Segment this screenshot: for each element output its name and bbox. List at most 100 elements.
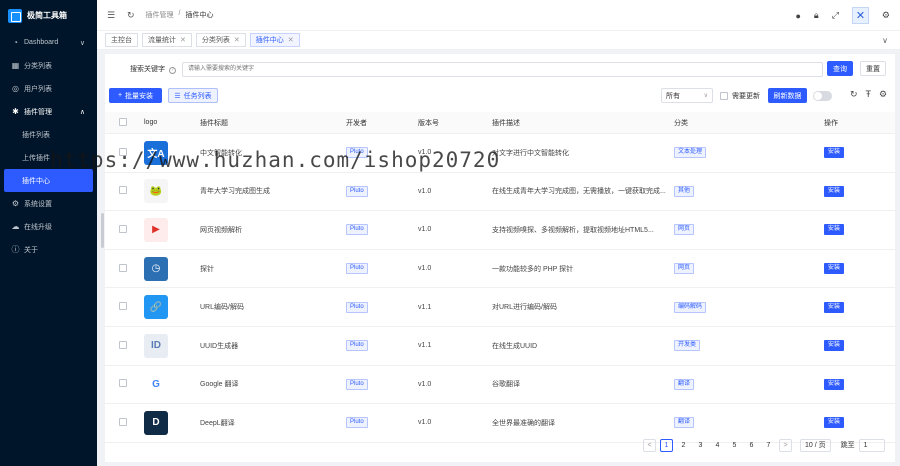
table-row: 文A 中文智能转化 Pluto v1.0 对文字进行中文智能转化 文本处理 安装: [105, 134, 895, 173]
sidebar-item-online-upgrade[interactable]: ☁ 在线升级: [0, 215, 97, 238]
row-checkbox[interactable]: [119, 417, 127, 426]
column-height-icon[interactable]: Ŧ: [866, 89, 872, 100]
toggle-switch[interactable]: [813, 91, 832, 101]
plus-icon: +: [117, 92, 123, 99]
sidebar-item-about[interactable]: ⓘ 关于: [0, 238, 97, 261]
row-checkbox[interactable]: [119, 147, 127, 156]
batch-install-button[interactable]: + 批量安装: [109, 88, 162, 103]
row-checkbox[interactable]: [119, 302, 127, 311]
search-input[interactable]: [182, 61, 823, 77]
install-button[interactable]: 安装: [824, 301, 845, 313]
row-checkbox[interactable]: [119, 379, 127, 388]
plugin-title: 探针: [200, 265, 214, 273]
tab-dashboard[interactable]: 主控台: [105, 33, 138, 47]
brand[interactable]: 极简工具箱: [0, 0, 97, 31]
search-button[interactable]: 查询: [827, 61, 853, 76]
column-header: 操作: [824, 119, 838, 127]
page-number[interactable]: 7: [762, 439, 775, 452]
next-page-button[interactable]: >: [779, 438, 792, 452]
sidebar-item-plugin-center[interactable]: 插件中心: [4, 169, 93, 192]
task-list-button[interactable]: ☰ 任务列表: [168, 88, 218, 103]
table-row: G Google 翻译 Pluto v1.0 谷歌翻译 翻译 安装: [105, 366, 895, 405]
description-cell: 对URL进行编码/解码: [492, 304, 557, 312]
row-checkbox[interactable]: [119, 224, 127, 233]
table-row: 🔗 URL编码/解码 Pluto v1.1 对URL进行编码/解码 编码解码 安装: [105, 288, 895, 327]
sidebar-item-categories[interactable]: ▦ 分类列表: [0, 54, 97, 77]
search-form: 搜索关键字 ? 查询 重置: [105, 61, 895, 77]
need-update-checkbox[interactable]: 需要更新: [720, 91, 760, 101]
page-number[interactable]: 3: [694, 439, 707, 452]
help-icon[interactable]: ?: [168, 67, 176, 74]
sidebar-item-users[interactable]: ◎ 用户列表: [0, 77, 97, 100]
reset-button[interactable]: 重置: [860, 61, 886, 76]
close-icon[interactable]: ✕: [180, 36, 186, 44]
logo-cell: D: [142, 410, 200, 435]
prev-page-button[interactable]: <: [643, 438, 656, 452]
scrollbar-thumb[interactable]: [101, 213, 104, 248]
install-button[interactable]: 安装: [824, 224, 845, 236]
page-number[interactable]: 5: [728, 439, 741, 452]
install-button[interactable]: 安装: [824, 340, 845, 352]
filter-select[interactable]: 所有 ∨: [661, 88, 713, 103]
row-checkbox[interactable]: [119, 186, 127, 195]
folder-icon: ▦: [11, 61, 20, 70]
row-checkbox[interactable]: [119, 263, 127, 272]
sidebar-item-plugin-list[interactable]: 插件列表: [0, 123, 97, 146]
logo-cell: 文A: [142, 140, 200, 165]
install-button[interactable]: 安装: [824, 185, 845, 197]
operation-cell: 安装: [802, 340, 892, 352]
logo-cell: ▶: [142, 217, 200, 242]
operation-cell: 安装: [802, 417, 892, 429]
column-header: 开发者: [346, 119, 367, 127]
tab-plugin-center[interactable]: 插件中心 ✕: [249, 33, 300, 47]
sidebar-item-label: 用户列表: [24, 85, 52, 93]
page-size-select[interactable]: 10 / 页: [800, 438, 831, 452]
sidebar-item-dashboard[interactable]: ◔ Dashboard ∨: [0, 31, 97, 54]
settings-gear-icon[interactable]: ⚙: [882, 10, 890, 21]
select-all-checkbox[interactable]: [119, 117, 127, 126]
sidebar-item-label: Dashboard: [24, 39, 59, 46]
goto-page-input[interactable]: 1: [858, 438, 885, 452]
sidebar-item-upload-plugin[interactable]: 上传插件: [0, 146, 97, 169]
sidebar-item-plugin-manage[interactable]: ✱ 插件管理 ∧: [0, 100, 97, 123]
tabs-bar: 主控台 流量统计 ✕ 分类列表 ✕ 插件中心 ✕ ∨: [97, 31, 900, 50]
column-header: 版本号: [418, 119, 439, 127]
tab-categories[interactable]: 分类列表 ✕: [195, 33, 246, 47]
close-icon[interactable]: ✕: [234, 36, 240, 44]
page-number[interactable]: 6: [745, 439, 758, 452]
refresh-icon[interactable]: ↻: [127, 10, 135, 21]
plugin-title: URL编码/解码: [200, 304, 244, 312]
logo-cell: ◷: [142, 256, 200, 281]
chevron-down-icon[interactable]: ∨: [882, 36, 888, 45]
install-button[interactable]: 安装: [824, 417, 845, 429]
row-checkbox[interactable]: [119, 340, 127, 349]
category-tag: 开发类: [674, 340, 701, 352]
checkbox-box[interactable]: [720, 92, 728, 100]
page-number[interactable]: 4: [711, 439, 724, 452]
install-button[interactable]: 安装: [824, 378, 845, 390]
version-cell: v1.0: [418, 380, 432, 388]
page-number[interactable]: 1: [660, 438, 673, 452]
refresh-data-button[interactable]: 刷新数据: [768, 88, 807, 103]
operation-cell: 安装: [802, 378, 892, 390]
reload-icon[interactable]: ↻: [850, 89, 858, 100]
page-number[interactable]: 2: [677, 439, 690, 452]
install-button[interactable]: 安装: [824, 263, 845, 275]
description-cell: 在线生成UUID: [492, 342, 538, 350]
settings-icon[interactable]: ⚙: [879, 89, 887, 100]
avatar[interactable]: ✕: [851, 7, 869, 24]
developer-tag: Pluto: [346, 224, 368, 236]
sidebar-item-settings[interactable]: ⚙ 系统设置: [0, 192, 97, 215]
install-button[interactable]: 安装: [824, 147, 845, 159]
breadcrumb-item[interactable]: 插件管理: [146, 10, 174, 20]
table-body: 文A 中文智能转化 Pluto v1.0 对文字进行中文智能转化 文本处理 安装 🐸 青年大学习…: [105, 134, 895, 443]
developer-cell: Pluto: [346, 340, 418, 352]
column-header: logo: [144, 119, 158, 126]
github-icon[interactable]: ●: [795, 11, 800, 21]
lock-icon[interactable]: 🔒︎: [814, 10, 819, 21]
row-select-cell: [105, 302, 142, 312]
fullscreen-icon[interactable]: ⤢: [832, 10, 839, 21]
tab-traffic-stats[interactable]: 流量统计 ✕: [142, 33, 192, 47]
close-icon[interactable]: ✕: [288, 36, 294, 44]
menu-fold-icon[interactable]: ☰: [107, 10, 116, 21]
